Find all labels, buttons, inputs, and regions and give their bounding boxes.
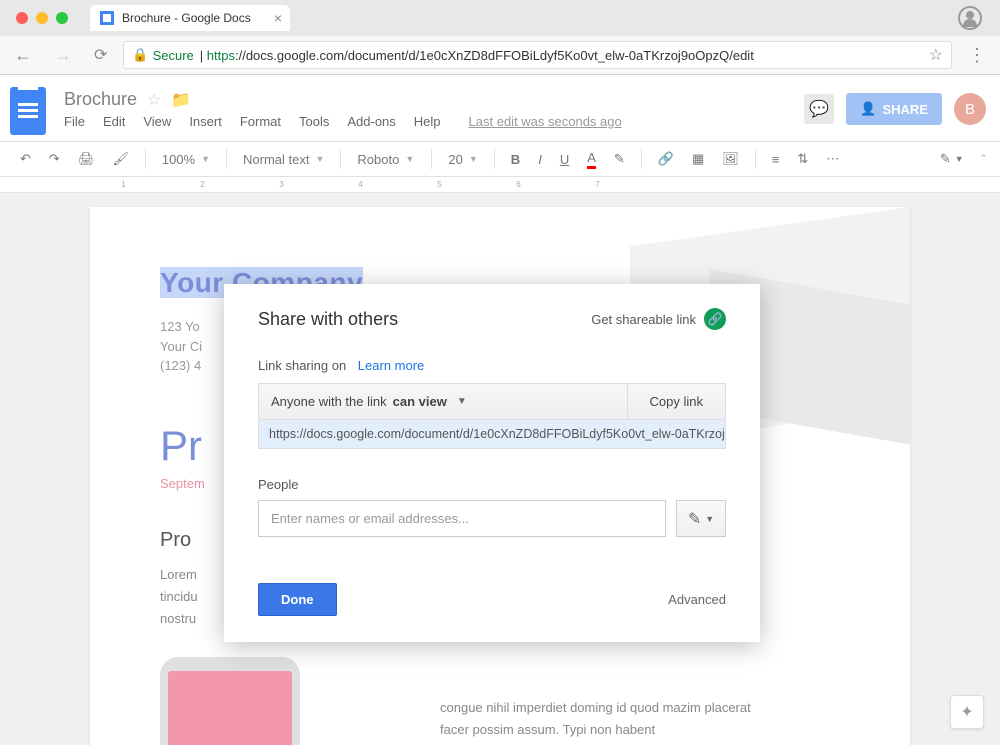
pencil-icon: ✎	[688, 509, 701, 529]
copy-link-button[interactable]: Copy link	[628, 384, 725, 419]
link-icon: 🔗	[704, 308, 726, 330]
learn-more-link[interactable]: Learn more	[358, 358, 424, 373]
dialog-title: Share with others	[258, 309, 398, 330]
get-shareable-link-button[interactable]: Get shareable link 🔗	[591, 308, 726, 330]
chevron-down-icon: ▼	[457, 396, 467, 407]
link-sharing-status: Link sharing on Learn more	[258, 358, 726, 373]
people-label: People	[258, 477, 726, 492]
get-link-label: Get shareable link	[591, 312, 696, 327]
advanced-link[interactable]: Advanced	[668, 592, 726, 607]
done-button[interactable]: Done	[258, 583, 337, 616]
chevron-down-icon: ▼	[705, 514, 714, 524]
link-controls: Anyone with the link can view ▼ Copy lin…	[258, 383, 726, 420]
link-scope-dropdown[interactable]: Anyone with the link can view ▼	[259, 384, 628, 419]
permission-dropdown[interactable]: ✎ ▼	[676, 500, 726, 537]
share-url-field[interactable]: https://docs.google.com/document/d/1e0cX…	[258, 420, 726, 449]
people-input[interactable]: Enter names or email addresses...	[258, 500, 666, 537]
share-dialog: Share with others Get shareable link 🔗 L…	[224, 284, 760, 642]
modal-backdrop[interactable]: Share with others Get shareable link 🔗 L…	[0, 0, 1000, 738]
